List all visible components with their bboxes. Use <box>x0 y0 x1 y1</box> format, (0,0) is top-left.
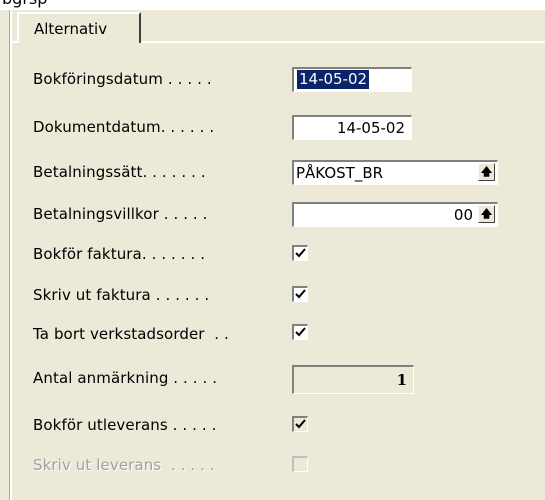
betalningsvillkor-field[interactable]: 00 🡅 <box>292 202 498 227</box>
checkmark-icon <box>295 419 306 429</box>
dokumentdatum-label: Dokumentdatum. . . . . . <box>33 118 215 136</box>
checkmark-icon <box>295 327 306 337</box>
bokfor-utleverans-checkbox <box>292 416 308 432</box>
tab-alternativ-label: Alternativ <box>34 20 108 38</box>
dokumentdatum-value: 14-05-02 <box>336 119 405 137</box>
top-edge-fragment: bgrsp <box>0 0 545 10</box>
bokfor-faktura-checkbox[interactable] <box>292 245 308 261</box>
ta-bort-verkstadsorder-label: Ta bort verkstadsorder . . <box>33 325 229 343</box>
bokfor-utleverans-label: Bokför utleverans . . . . . <box>33 416 217 434</box>
checkmark-icon <box>295 289 306 299</box>
bokforingsdatum-field[interactable]: 14-05-02 <box>292 67 412 92</box>
bokforingsdatum-label: Bokföringsdatum . . . . . <box>33 70 212 88</box>
skriv-ut-faktura-label: Skriv ut faktura . . . . . . <box>33 286 210 304</box>
betalningsvillkor-value: 00 <box>453 206 473 224</box>
skriv-ut-leverans-checkbox <box>292 456 308 472</box>
betalningsvillkor-label: Betalningsvillkor . . . . . <box>33 205 208 223</box>
panel-left-border <box>9 10 12 500</box>
arrow-up-icon[interactable]: 🡅 <box>478 205 495 223</box>
bokforingsdatum-value: 14-05-02 <box>297 70 370 89</box>
ta-bort-verkstadsorder-checkbox[interactable] <box>292 324 308 340</box>
arrow-up-icon[interactable]: 🡅 <box>478 163 495 181</box>
antal-anmarkning-label: Antal anmärkning . . . . . <box>33 369 218 387</box>
betalningssatt-field[interactable]: PÅKOST_BR 🡅 <box>292 160 498 185</box>
betalningssatt-label: Betalningssätt. . . . . . . <box>33 163 206 181</box>
tab-strip-line <box>141 41 545 43</box>
antal-anmarkning-field: 1 <box>292 365 414 394</box>
skriv-ut-faktura-checkbox[interactable] <box>292 286 308 302</box>
checkmark-icon <box>295 248 306 258</box>
tab-alternativ[interactable]: Alternativ <box>17 12 141 43</box>
dokumentdatum-field[interactable]: 14-05-02 <box>292 115 412 140</box>
bokfor-faktura-label: Bokför faktura. . . . . . . <box>33 245 206 263</box>
skriv-ut-leverans-label: Skriv ut leverans . . . . . <box>33 456 215 474</box>
betalningssatt-value: PÅKOST_BR <box>296 164 384 182</box>
header-fragment-text: bgrsp <box>2 0 47 8</box>
antal-anmarkning-value: 1 <box>396 371 407 389</box>
